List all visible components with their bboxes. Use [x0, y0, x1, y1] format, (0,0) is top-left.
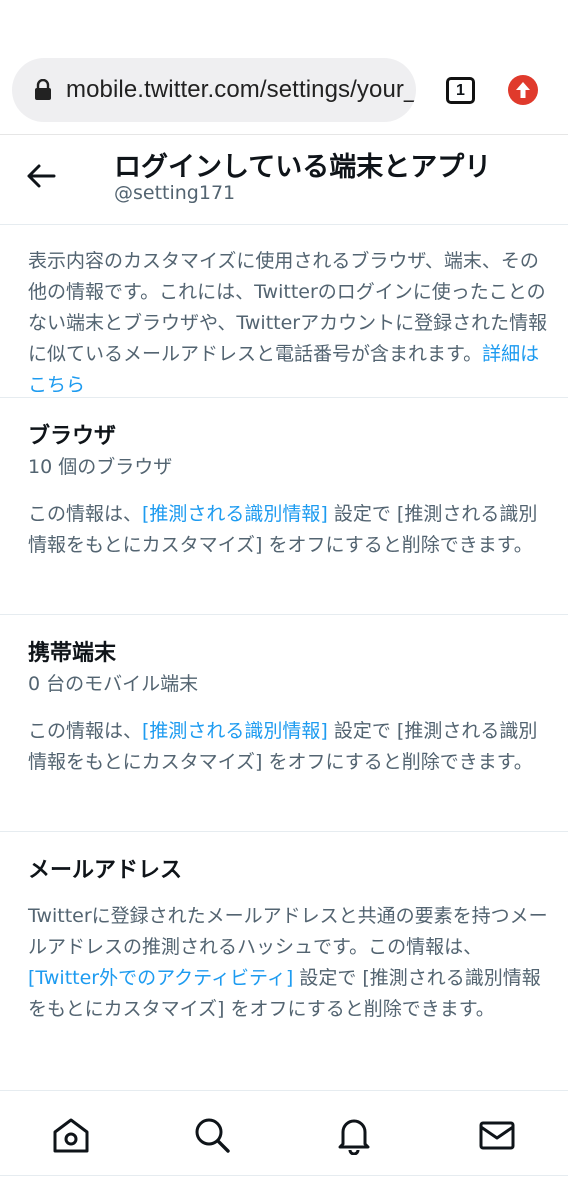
username: @setting171: [114, 182, 236, 204]
section-text: この情報は、[推測される識別情報] 設定で [推測される識別情報をもとにカスタマ…: [28, 716, 548, 778]
section-text-before: この情報は、: [28, 503, 143, 525]
mobile-devices-section: 携帯端末 0 台のモバイル端末 この情報は、[推測される識別情報] 設定で [推…: [0, 615, 568, 832]
page: mobile.twitter.com/settings/your_twitter…: [0, 0, 568, 1200]
arrow-up-icon: [516, 82, 530, 98]
intro-text: 表示内容のカスタマイズに使用されるブラウザ、端末、その他の情報です。これには、T…: [28, 246, 548, 401]
page-header: ログインしている端末とアプリ @setting171: [0, 135, 568, 225]
intro-description: 表示内容のカスタマイズに使用されるブラウザ、端末、その他の情報です。これには、T…: [28, 250, 548, 365]
off-twitter-activity-link[interactable]: [Twitter外でのアクティビティ]: [28, 967, 293, 989]
section-text-before: Twitterに登録されたメールアドレスと共通の要素を持つメールアドレスの推測さ…: [28, 905, 548, 958]
mail-icon[interactable]: [477, 1115, 517, 1155]
bell-icon[interactable]: [334, 1115, 374, 1155]
section-title: ブラウザ: [28, 424, 117, 449]
browser-toolbar: mobile.twitter.com/settings/your_twitter…: [0, 0, 568, 135]
search-icon[interactable]: [192, 1115, 232, 1155]
tab-switcher-button[interactable]: 1: [446, 77, 475, 104]
update-icon[interactable]: [508, 75, 538, 105]
section-text: Twitterに登録されたメールアドレスと共通の要素を持つメールアドレスの推測さ…: [28, 901, 548, 1025]
back-arrow-icon[interactable]: [26, 163, 56, 189]
intro-section: 表示内容のカスタマイズに使用されるブラウザ、端末、その他の情報です。これには、T…: [0, 226, 568, 398]
section-title: 携帯端末: [28, 641, 117, 666]
address-bar[interactable]: mobile.twitter.com/settings/your_twitter…: [12, 58, 416, 122]
inferred-identity-link[interactable]: [推測される識別情報]: [142, 503, 328, 525]
tab-count: 1: [456, 81, 465, 99]
url-text: mobile.twitter.com/settings/your_twitter…: [66, 76, 416, 103]
lock-icon: [35, 79, 51, 100]
section-text: この情報は、[推測される識別情報] 設定で [推測される識別情報をもとにカスタマ…: [28, 499, 548, 561]
home-icon[interactable]: [51, 1115, 91, 1155]
email-addresses-section: メールアドレス Twitterに登録されたメールアドレスと共通の要素を持つメール…: [0, 832, 568, 1090]
browsers-section: ブラウザ 10 個のブラウザ この情報は、[推測される識別情報] 設定で [推測…: [0, 398, 568, 615]
page-title: ログインしている端末とアプリ: [114, 152, 492, 183]
device-count: 0 台のモバイル端末: [28, 673, 199, 695]
bottom-nav: [0, 1090, 568, 1176]
section-text-before: この情報は、: [28, 720, 143, 742]
inferred-identity-link[interactable]: [推測される識別情報]: [142, 720, 328, 742]
section-title: メールアドレス: [28, 858, 183, 883]
browser-count: 10 個のブラウザ: [28, 456, 173, 478]
